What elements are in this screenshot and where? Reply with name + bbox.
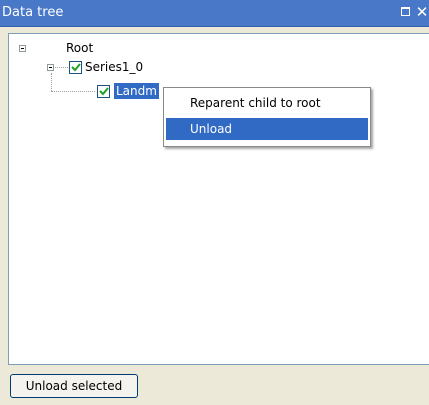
close-icon[interactable]: ✕ [415, 3, 429, 21]
tree-connector-line [51, 91, 95, 92]
tree-node-label-selected[interactable]: Landm [114, 83, 159, 99]
checkbox-checked-icon[interactable] [97, 85, 110, 98]
data-tree-panel: Data tree ✕ Root Series1_0 Landm Reparen… [0, 0, 429, 405]
tree-node-label[interactable]: Series1_0 [85, 59, 143, 75]
panel-title: Data tree [2, 5, 64, 20]
tree-node-root[interactable]: Root [17, 40, 117, 58]
tree-node-series[interactable]: Series1_0 [45, 59, 185, 77]
context-menu: Reparent child to root Unload [163, 87, 371, 147]
tree-connector-line [55, 67, 68, 68]
data-tree-view[interactable]: Root Series1_0 Landm [8, 33, 429, 365]
restore-icon[interactable] [399, 3, 413, 21]
menu-item-unload[interactable]: Unload [166, 118, 368, 140]
tree-node-label[interactable]: Root [66, 40, 93, 56]
checkbox-checked-icon[interactable] [69, 61, 82, 74]
collapse-icon[interactable] [47, 64, 54, 71]
tree-connector-line [51, 73, 52, 91]
panel-title-bar[interactable]: Data tree ✕ [0, 0, 429, 27]
unload-selected-button[interactable]: Unload selected [10, 374, 138, 398]
collapse-icon[interactable] [19, 45, 26, 52]
menu-item-reparent[interactable]: Reparent child to root [166, 92, 368, 114]
